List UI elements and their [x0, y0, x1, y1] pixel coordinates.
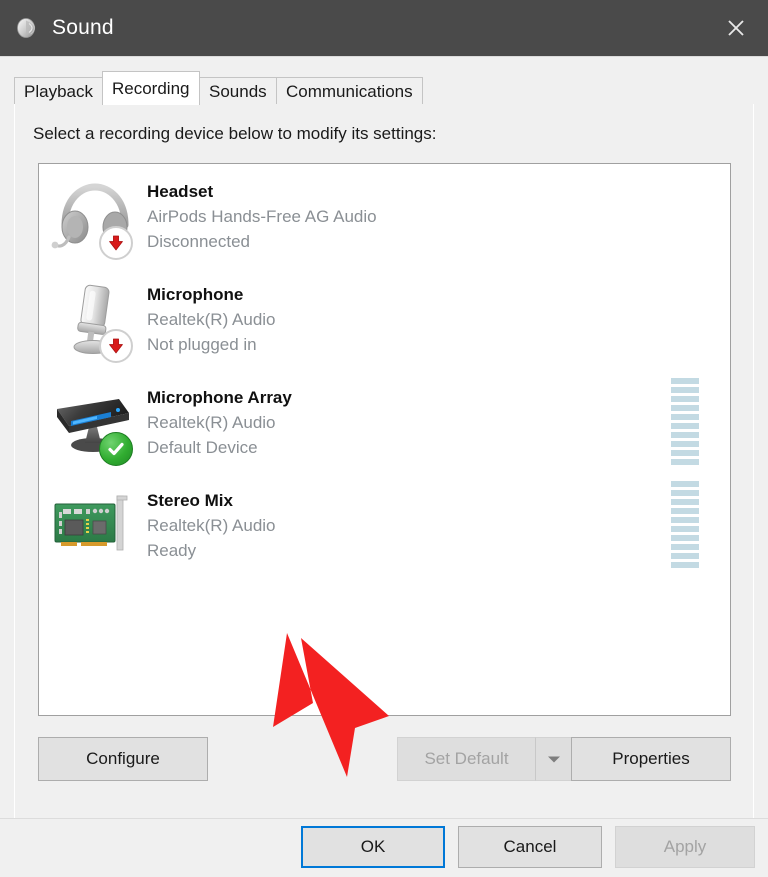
sound-card-icon — [54, 495, 128, 550]
meter-segment — [671, 517, 699, 523]
apply-button: Apply — [615, 826, 755, 868]
volume-meter — [662, 269, 708, 369]
device-info: Stereo Mix Realtek(R) Audio Ready — [147, 486, 662, 563]
chevron-down-icon[interactable] — [535, 737, 573, 781]
tab-label: Playback — [24, 81, 93, 101]
list-item[interactable]: Microphone Array Realtek(R) Audio Defaul… — [39, 370, 730, 473]
device-name: Microphone Array — [147, 388, 292, 407]
device-icon-container — [39, 269, 147, 369]
red-down-arrow-badge — [99, 225, 133, 260]
tab-label: Sounds — [209, 81, 267, 101]
device-name: Stereo Mix — [147, 491, 233, 510]
device-driver: Realtek(R) Audio — [147, 413, 276, 432]
device-info: Headset AirPods Hands-Free AG Audio Disc… — [147, 177, 662, 254]
ok-button-label: OK — [360, 837, 386, 856]
meter-segment — [671, 459, 699, 465]
red-down-arrow-badge — [99, 328, 133, 363]
cancel-button-label: Cancel — [503, 837, 557, 856]
meter-segment — [671, 423, 699, 429]
properties-button-label: Properties — [612, 749, 690, 768]
client-area: Playback Recording Sounds Communications… — [0, 56, 768, 877]
meter-segment — [671, 432, 699, 438]
device-icon-container — [39, 166, 147, 266]
meter-segment — [671, 544, 699, 550]
configure-button[interactable]: Configure — [38, 737, 208, 781]
meter-segment — [671, 378, 699, 384]
tab-recording[interactable]: Recording — [102, 71, 200, 105]
device-icon-container — [39, 475, 147, 575]
device-driver: Realtek(R) Audio — [147, 516, 276, 535]
dialog-footer: OK Cancel Apply — [0, 818, 768, 877]
set-default-split-button[interactable]: Set Default — [397, 737, 573, 781]
meter-segment — [671, 481, 699, 487]
meter-segment — [671, 526, 699, 532]
meter-segment — [671, 405, 699, 411]
configure-button-label: Configure — [86, 749, 160, 768]
device-status: Default Device — [147, 438, 258, 457]
device-status: Disconnected — [147, 232, 251, 251]
ok-button[interactable]: OK — [301, 826, 445, 868]
list-item[interactable]: Headset AirPods Hands-Free AG Audio Disc… — [39, 164, 730, 267]
volume-meter — [662, 166, 708, 266]
meter-segment — [671, 490, 699, 496]
set-default-button: Set Default — [397, 737, 535, 781]
tab-label: Communications — [286, 81, 413, 101]
apply-button-label: Apply — [663, 837, 707, 856]
meter-segment — [671, 535, 699, 541]
device-status: Ready — [147, 541, 197, 560]
tab-sounds[interactable]: Sounds — [199, 77, 277, 105]
device-info: Microphone Realtek(R) Audio Not plugged … — [147, 280, 662, 357]
device-info: Microphone Array Realtek(R) Audio Defaul… — [147, 383, 662, 460]
device-status: Not plugged in — [147, 335, 257, 354]
meter-segment — [671, 396, 699, 402]
window-title: Sound — [52, 16, 114, 39]
device-driver: AirPods Hands-Free AG Audio — [147, 207, 377, 226]
close-icon[interactable] — [704, 0, 768, 56]
set-default-button-label: Set Default — [424, 749, 509, 768]
device-list[interactable]: Headset AirPods Hands-Free AG Audio Disc… — [38, 163, 731, 716]
tab-communications[interactable]: Communications — [276, 77, 423, 105]
speaker-icon — [14, 15, 40, 41]
sound-dialog-window: Sound Playback Recording Sounds Communic… — [0, 0, 768, 877]
tab-playback[interactable]: Playback — [14, 77, 103, 105]
properties-button[interactable]: Properties — [571, 737, 731, 781]
title-bar: Sound — [0, 0, 768, 56]
meter-segment — [671, 441, 699, 447]
recording-tab-panel: Select a recording device below to modif… — [14, 104, 754, 819]
instruction-text: Select a recording device below to modif… — [33, 124, 437, 143]
cancel-button[interactable]: Cancel — [458, 826, 602, 868]
device-name: Microphone — [147, 285, 244, 304]
device-driver: Realtek(R) Audio — [147, 310, 276, 329]
meter-segment — [671, 387, 699, 393]
volume-meter — [662, 475, 708, 575]
list-item[interactable]: Microphone Realtek(R) Audio Not plugged … — [39, 267, 730, 370]
meter-segment — [671, 553, 699, 559]
meter-segment — [671, 450, 699, 456]
tab-strip: Playback Recording Sounds Communications — [14, 71, 754, 105]
meter-segment — [671, 508, 699, 514]
green-check-badge — [99, 431, 133, 466]
device-name: Headset — [147, 182, 214, 201]
tab-label: Recording — [112, 78, 190, 98]
volume-meter — [662, 372, 708, 472]
list-item[interactable]: Stereo Mix Realtek(R) Audio Ready — [39, 473, 730, 576]
meter-segment — [671, 414, 699, 420]
meter-segment — [671, 562, 699, 568]
device-icon-container — [39, 372, 147, 472]
meter-segment — [671, 499, 699, 505]
